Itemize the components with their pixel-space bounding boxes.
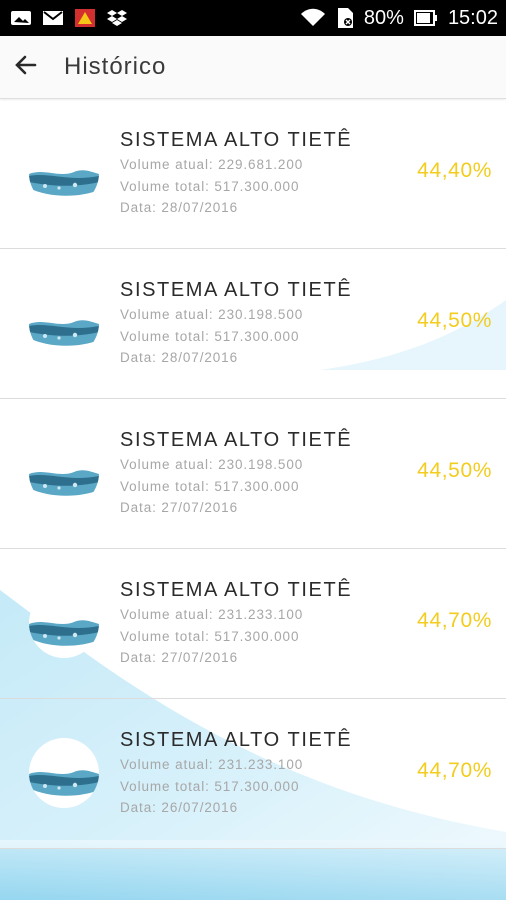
record-date: Data: 28/07/2016 (120, 350, 238, 365)
history-list: SISTEMA ALTO TIETÊ Volume atual: 229.681… (0, 99, 506, 849)
status-bar: 80% 15:02 (0, 0, 506, 36)
wifi-icon (300, 8, 326, 28)
system-name: SISTEMA ALTO TIETÊ (120, 429, 353, 451)
history-card[interactable]: SISTEMA ALTO TIETÊ Volume atual: 230.198… (0, 249, 506, 399)
volume-total: Volume total: 517.300.000 (120, 629, 300, 644)
volume-atual: Volume atual: 229.681.200 (120, 157, 304, 172)
page-title: Histórico (64, 53, 167, 80)
dropbox-icon (106, 8, 128, 28)
volume-percent: 44,50% (417, 309, 492, 332)
history-card[interactable]: SISTEMA ALTO TIETÊ Volume atual: 231.233… (0, 549, 506, 699)
volume-total: Volume total: 517.300.000 (120, 479, 300, 494)
battery-percent: 80% (363, 6, 404, 29)
volume-atual: Volume atual: 230.198.500 (120, 307, 304, 322)
volume-percent: 44,70% (417, 759, 492, 782)
record-date: Data: 27/07/2016 (120, 500, 238, 515)
water-thumbnail (29, 738, 99, 808)
arrow-left-icon (13, 52, 39, 83)
record-date: Data: 26/07/2016 (120, 800, 238, 815)
water-thumbnail (29, 288, 99, 358)
water-thumbnail (29, 138, 99, 208)
volume-total: Volume total: 517.300.000 (120, 779, 300, 794)
volume-percent: 44,70% (417, 609, 492, 632)
record-date: Data: 27/07/2016 (120, 650, 238, 665)
volume-atual: Volume atual: 231.233.100 (120, 757, 304, 772)
history-card[interactable]: SISTEMA ALTO TIETÊ Volume atual: 230.198… (0, 399, 506, 549)
volume-total: Volume total: 517.300.000 (120, 179, 300, 194)
back-button[interactable] (4, 45, 48, 89)
system-name: SISTEMA ALTO TIETÊ (120, 279, 353, 301)
water-thumbnail (29, 438, 99, 508)
system-name: SISTEMA ALTO TIETÊ (120, 579, 353, 601)
history-card[interactable]: SISTEMA ALTO TIETÊ Volume atual: 229.681… (0, 99, 506, 249)
volume-atual: Volume atual: 231.233.100 (120, 607, 304, 622)
clock: 15:02 (447, 6, 498, 29)
volume-atual: Volume atual: 230.198.500 (120, 457, 304, 472)
gallery-icon (10, 9, 32, 27)
sim-card-icon (336, 7, 354, 29)
volume-percent: 44,40% (417, 159, 492, 182)
volume-percent: 44,50% (417, 459, 492, 482)
battery-icon (413, 10, 438, 26)
water-thumbnail (29, 588, 99, 658)
gmail-icon (42, 9, 64, 27)
system-name: SISTEMA ALTO TIETÊ (120, 729, 353, 751)
system-name: SISTEMA ALTO TIETÊ (120, 129, 353, 151)
record-date: Data: 28/07/2016 (120, 200, 238, 215)
volume-total: Volume total: 517.300.000 (120, 329, 300, 344)
app-bar: Histórico (0, 36, 506, 99)
warning-app-icon (74, 8, 96, 28)
history-card[interactable]: SISTEMA ALTO TIETÊ Volume atual: 231.233… (0, 699, 506, 849)
